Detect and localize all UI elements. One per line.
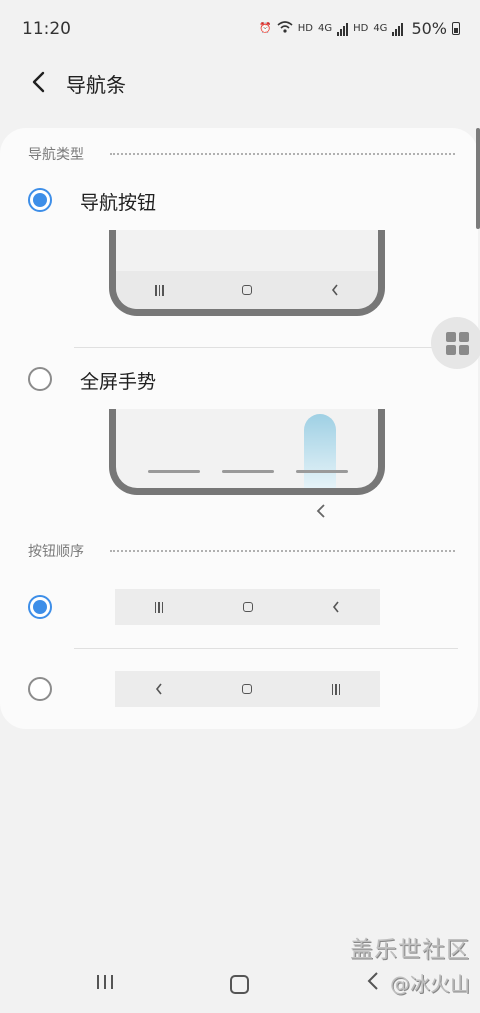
battery-percent: 50% (411, 19, 447, 38)
system-nav-bar (0, 955, 480, 1013)
grid-icon (445, 331, 456, 342)
status-bar: 11:20 ⏰ HD 4G HD 4G 50% (0, 0, 480, 58)
hd-label-1: HD (297, 23, 313, 34)
recent-apps-icon (97, 975, 113, 989)
radio-order-recent-home-back[interactable] (28, 595, 52, 619)
radio-order-back-home-recent[interactable] (28, 677, 52, 701)
network-label-2: 4G (373, 23, 388, 34)
home-icon (242, 684, 253, 694)
app-bar: 导航条 (0, 58, 480, 106)
back-button[interactable] (22, 66, 54, 98)
gesture-swipe-highlight (304, 414, 336, 488)
preview-navbar (116, 271, 378, 309)
back-arrow-icon (32, 71, 45, 93)
back-icon (333, 601, 339, 613)
back-icon (155, 683, 162, 695)
home-icon (242, 285, 253, 295)
page-title: 导航条 (66, 73, 126, 97)
divider (74, 648, 458, 649)
recent-apps-icon (155, 284, 164, 296)
hd-label-2: HD (353, 23, 369, 34)
section-header-nav-type: 导航类型 (28, 144, 455, 164)
signal-icon-1 (337, 22, 349, 36)
gesture-bar-center (222, 470, 274, 473)
section-divider (110, 153, 455, 155)
section-divider (110, 550, 455, 552)
network-label-1: 4G (317, 23, 333, 34)
recent-apps-button[interactable] (95, 972, 115, 996)
recent-apps-icon (331, 683, 341, 695)
scrollbar[interactable] (476, 128, 480, 229)
signal-icon-2 (392, 22, 404, 36)
order-preview-back-home-recent[interactable] (115, 671, 380, 707)
preview-nav-buttons[interactable] (109, 230, 385, 316)
gesture-back-hint-icon (316, 504, 325, 518)
section-title-button-order: 按钮顺序 (28, 544, 84, 560)
status-time: 11:20 (22, 19, 71, 39)
back-nav-button[interactable] (367, 969, 379, 997)
section-header-button-order: 按钮顺序 (28, 541, 455, 561)
back-icon (331, 284, 338, 296)
battery-icon (452, 22, 460, 35)
recent-apps-icon (154, 601, 164, 613)
divider (74, 347, 458, 348)
home-button[interactable] (230, 975, 249, 994)
status-icons: ⏰ HD 4G HD 4G 50% (259, 19, 460, 38)
radio-nav-buttons[interactable] (28, 188, 52, 212)
preview-gestures[interactable] (109, 409, 385, 495)
gesture-bar-right (296, 470, 348, 473)
back-icon (367, 972, 378, 990)
gesture-bar-left (148, 470, 200, 473)
home-icon (242, 602, 253, 612)
option-label-full-screen-gestures[interactable]: 全屏手势 (80, 367, 156, 394)
order-preview-recent-home-back[interactable] (115, 589, 380, 625)
radio-full-screen-gestures[interactable] (28, 367, 52, 391)
floating-grid-button[interactable] (431, 317, 480, 369)
section-title-nav-type: 导航类型 (28, 147, 84, 163)
alarm-icon: ⏰ (259, 23, 272, 34)
wifi-icon (277, 21, 293, 36)
option-label-nav-buttons[interactable]: 导航按钮 (80, 188, 156, 215)
